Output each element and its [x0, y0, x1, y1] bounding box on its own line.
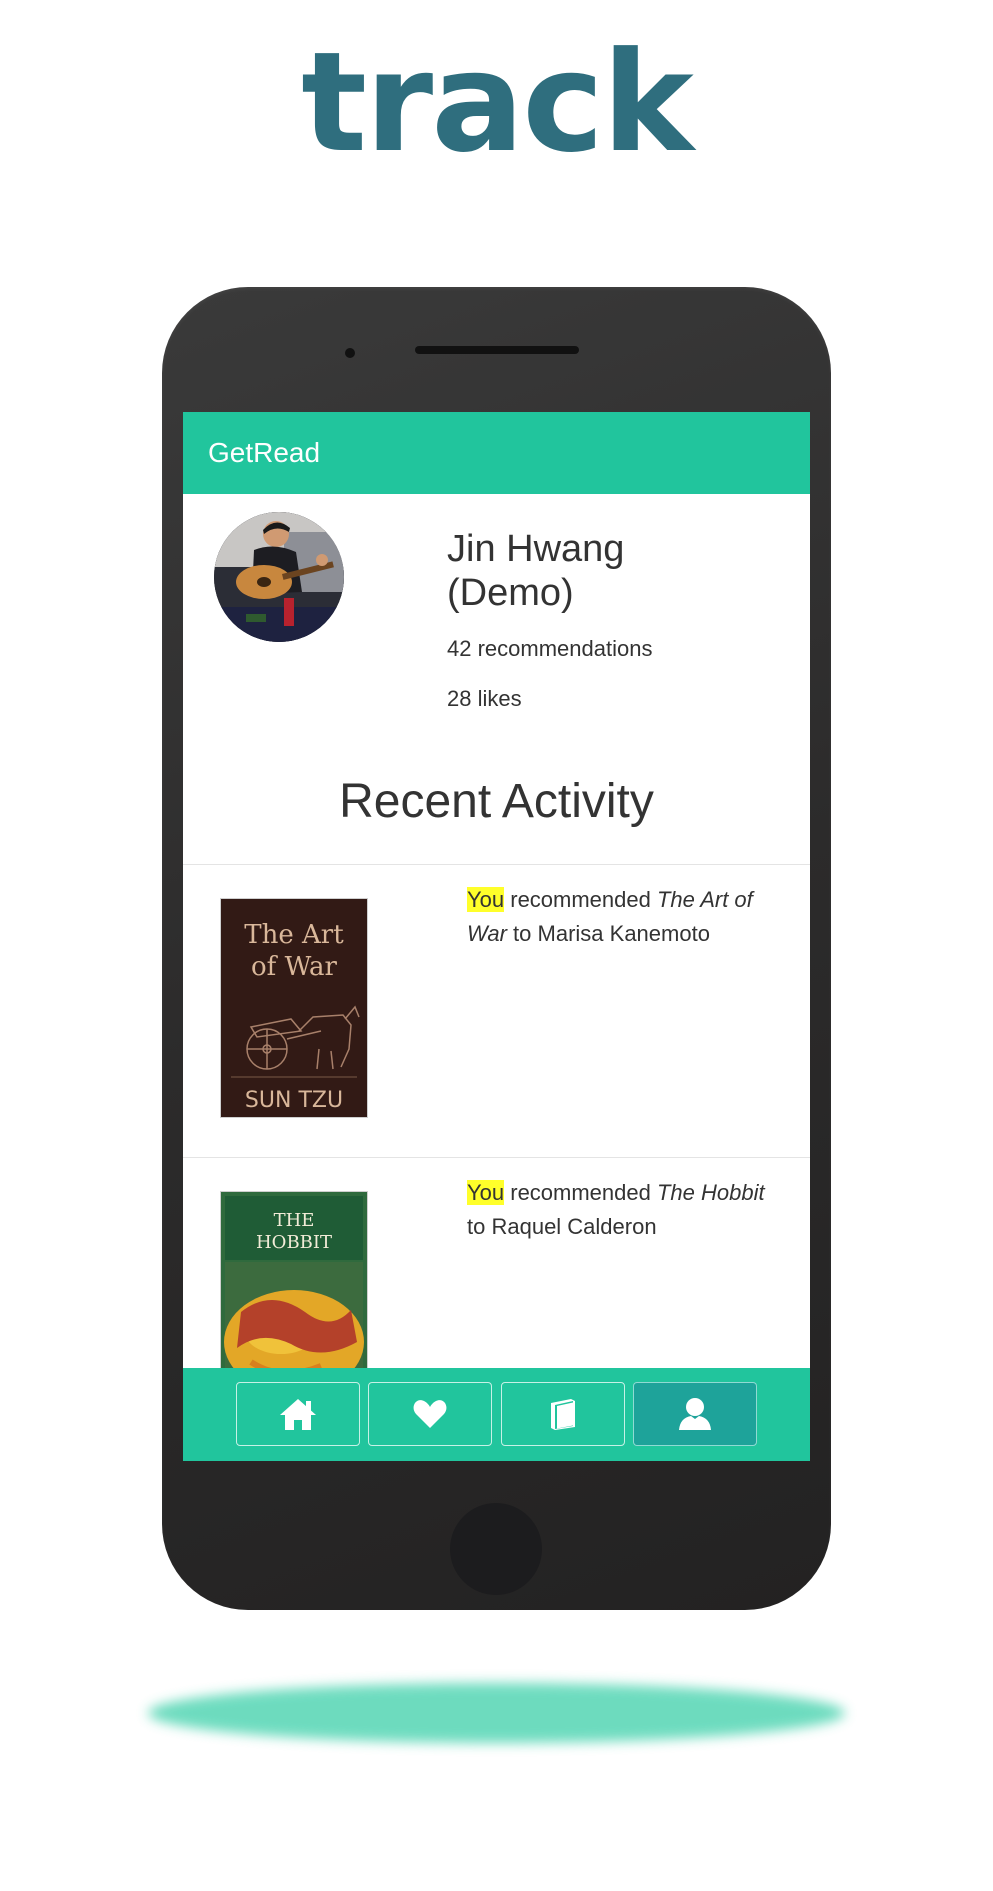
headline: track	[301, 22, 694, 183]
activity-text: You recommended The Art of War to Marisa…	[467, 883, 782, 951]
avatar-photo	[214, 512, 344, 642]
camera-dot	[345, 348, 355, 358]
user-icon	[679, 1398, 711, 1430]
tab-profile[interactable]	[633, 1382, 757, 1446]
activity-preposition: to	[467, 1214, 492, 1239]
activity-verb: recommended	[504, 1180, 657, 1205]
activity-recipient[interactable]: Raquel Calderon	[491, 1214, 656, 1239]
activity-recipient[interactable]: Marisa Kanemoto	[538, 921, 710, 946]
heart-icon	[413, 1400, 447, 1428]
activity-preposition: to	[506, 921, 538, 946]
book-cover-art-of-war[interactable]: The Art of War SUN TZU	[221, 899, 367, 1117]
activity-feed: The Art of War SUN TZU You recommended T…	[183, 864, 810, 1450]
activity-verb: recommended	[504, 887, 657, 912]
app-screen: GetRead Jin Hwang (Demo) 42 recommendati…	[183, 412, 810, 1461]
app-brand[interactable]: GetRead	[208, 436, 320, 470]
book-icon	[551, 1399, 575, 1430]
activity-actor[interactable]: You	[467, 1180, 505, 1205]
cover-title-line1: The Art	[244, 920, 344, 950]
app-bar: GetRead	[183, 412, 810, 494]
recommendations-count[interactable]: 42 recommendations	[447, 636, 652, 662]
avatar	[214, 512, 344, 642]
phone-shadow	[148, 1683, 845, 1743]
tab-books[interactable]	[501, 1382, 625, 1446]
speaker-grille	[415, 346, 579, 354]
tab-home[interactable]	[236, 1382, 360, 1446]
likes-count[interactable]: 28 likes	[447, 686, 522, 712]
activity-book-title[interactable]: The Hobbit	[657, 1180, 765, 1205]
cover-title-line2: HOBBIT	[256, 1232, 332, 1253]
section-title: Recent Activity	[339, 775, 654, 828]
activity-item[interactable]: The Art of War SUN TZU You recommended T…	[183, 864, 810, 1157]
activity-text: You recommended The Hobbit to Raquel Cal…	[467, 1176, 782, 1244]
activity-actor[interactable]: You	[467, 887, 505, 912]
tab-bar	[183, 1368, 810, 1461]
cover-title-line1: THE	[274, 1210, 315, 1231]
profile-name: Jin Hwang (Demo)	[447, 528, 625, 614]
cover-author: SUN TZU	[245, 1088, 343, 1113]
cover-title-line2: of War	[251, 952, 338, 982]
home-hardware-button[interactable]	[450, 1503, 542, 1595]
home-icon	[280, 1399, 316, 1430]
tab-likes[interactable]	[368, 1382, 492, 1446]
